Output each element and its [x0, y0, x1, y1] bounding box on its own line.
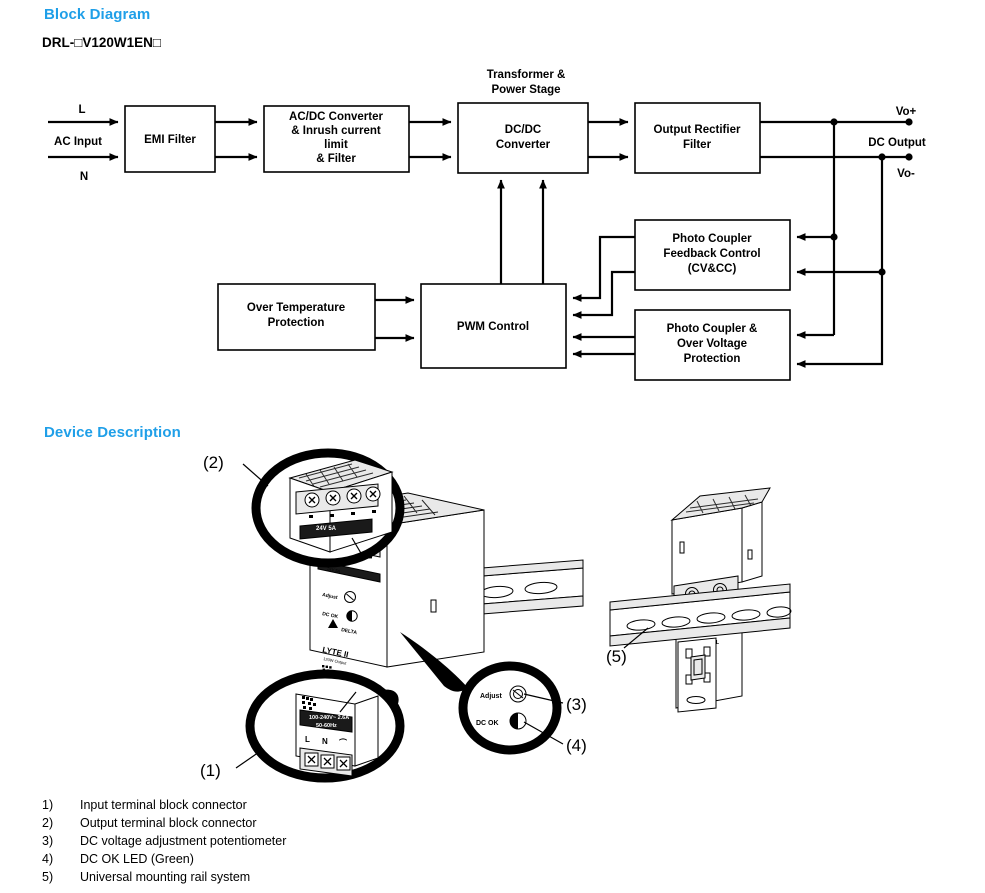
box-rectifier-line1: Output Rectifier — [654, 124, 741, 136]
box-dcdc-converter — [457, 102, 589, 174]
box-pcov-line2: Over Voltage — [677, 338, 747, 350]
callout-number-3: (3) — [566, 695, 587, 714]
rail-clip-mechanism — [677, 637, 717, 713]
label-vo-plus: Vo+ — [896, 106, 917, 118]
box-pcfb-line2: Feedback Control — [663, 248, 760, 260]
legend-index: 3) — [42, 834, 54, 848]
terminal-dot-vo-plus — [905, 118, 913, 126]
callout1-input-rating-l1: 100-240V~ 2.6A — [309, 715, 349, 721]
callout1-terminal-n: N — [322, 737, 328, 746]
legend-text: Universal mounting rail system — [80, 870, 251, 884]
legend-index: 4) — [42, 852, 54, 866]
callout1-input-rating-l2: 50-60Hz — [316, 723, 337, 729]
junction-vo-plus-bus — [830, 118, 838, 126]
box-output-rectifier — [634, 102, 761, 174]
box-acdc-line1: AC/DC Converter — [289, 111, 383, 123]
box-emi-filter-label: EMI Filter — [144, 134, 196, 146]
callout-1-leader — [235, 749, 263, 769]
legend-text: Input terminal block connector — [80, 798, 247, 812]
box-acdc-line2: & Inrush current — [291, 125, 381, 137]
box-otp-line1: Over Temperature — [247, 302, 345, 314]
box-acdc-line4: & Filter — [316, 153, 356, 165]
wire-pcfb-to-pwm-2 — [572, 270, 635, 319]
callout-number-5: (5) — [606, 647, 627, 666]
label-transformer-line2: Power Stage — [491, 84, 560, 96]
callout-number-4: (4) — [566, 736, 587, 755]
device-legend-list: 1) Input terminal block connector 2) Out… — [42, 798, 542, 888]
legend-text: Output terminal block connector — [80, 816, 257, 830]
label-ac-input: AC Input — [54, 136, 102, 148]
callout3-adjust-label: Adjust — [480, 693, 502, 700]
rail-mount-detail: L — [609, 487, 792, 713]
callout-number-1: (1) — [200, 761, 221, 780]
box-otp-line2: Protection — [268, 317, 325, 329]
label-line: L — [78, 104, 85, 116]
callout-2-bubble: 24V 5A — [251, 448, 405, 568]
callout4-dcok-label: DC OK — [476, 720, 499, 727]
list-item: 5) Universal mounting rail system — [42, 870, 542, 888]
callout2-output-label: 24V 5A — [316, 526, 337, 532]
callout1-terminal-l: L — [305, 735, 310, 744]
junction-pcfb-top — [830, 233, 838, 241]
list-item: 1) Input terminal block connector — [42, 798, 542, 816]
legend-index: 1) — [42, 798, 54, 812]
box-pcfb-line3: (CV&CC) — [688, 263, 737, 275]
legend-index: 5) — [42, 870, 54, 884]
terminal-dot-vo-minus — [905, 153, 913, 161]
callout-number-2: (2) — [203, 453, 224, 472]
legend-text: DC OK LED (Green) — [80, 852, 194, 866]
label-vo-minus: Vo- — [897, 168, 915, 180]
label-transformer-line1: Transformer & — [487, 69, 566, 81]
box-dcdc-line2: Converter — [496, 139, 551, 151]
legend-text: DC voltage adjustment potentiometer — [80, 834, 287, 848]
callout1-terminal-ground: ⏜ — [339, 738, 347, 748]
wire-pcfb-to-pwm-1 — [572, 235, 635, 302]
box-pwm-label: PWM Control — [457, 321, 529, 333]
legend-index: 2) — [42, 816, 54, 830]
junction-vo-minus-bus — [878, 153, 886, 161]
box-pcfb-line1: Photo Coupler — [672, 233, 752, 245]
callout-1-bubble: 100-240V~ 2.6A 50-60Hz L N ⏜ — [245, 669, 405, 783]
list-item: 3) DC voltage adjustment potentiometer — [42, 834, 542, 852]
device-description-figure: 24V 5A Adjust DC OK DELTA LYTE II 120W O… — [0, 420, 985, 790]
block-diagram-figure: L N AC Input Transformer & Power Stage V… — [0, 0, 985, 400]
label-dc-output: DC Output — [868, 137, 926, 149]
list-item: 2) Output terminal block connector — [42, 816, 542, 834]
box-rectifier-line2: Filter — [683, 139, 712, 151]
box-pcov-line1: Photo Coupler & — [667, 323, 758, 335]
box-acdc-line3: limit — [324, 139, 348, 151]
label-neutral: N — [80, 171, 88, 183]
box-dcdc-line1: DC/DC — [505, 124, 541, 136]
box-pcov-line3: Protection — [684, 353, 741, 365]
list-item: 4) DC OK LED (Green) — [42, 852, 542, 870]
wire-vminus-to-pcov — [796, 272, 884, 368]
